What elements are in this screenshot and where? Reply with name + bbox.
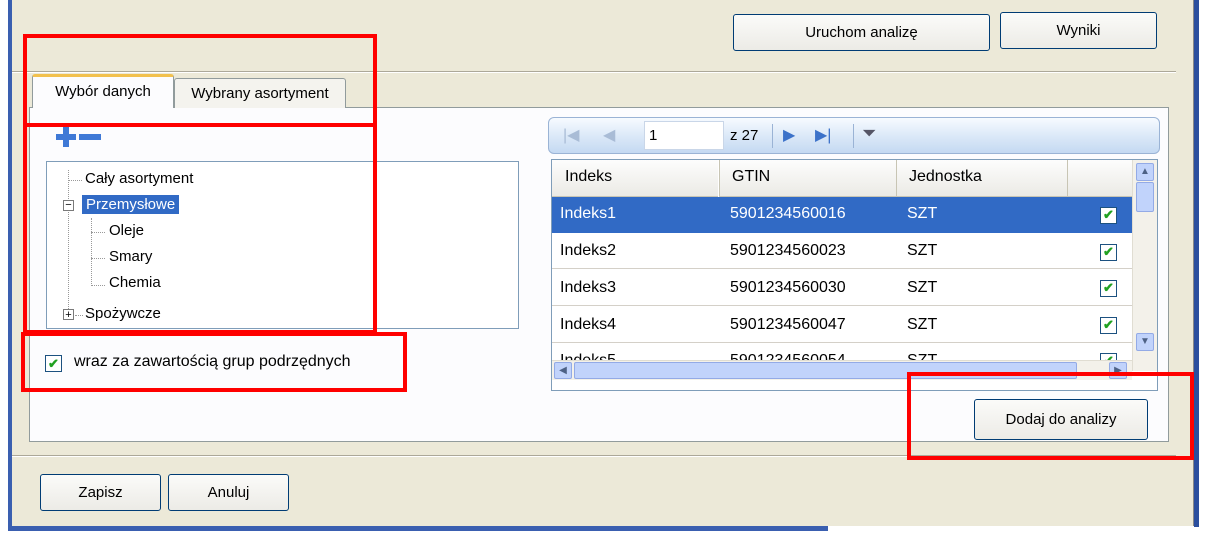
row-checkbox[interactable]: ✔	[1100, 207, 1117, 224]
cell-unit: SZT	[907, 279, 938, 296]
previous-page-icon[interactable]: ◀	[603, 125, 615, 145]
column-header-gtin[interactable]: GTIN	[732, 168, 770, 186]
next-page-icon[interactable]: ▶	[783, 125, 795, 145]
save-button[interactable]: Zapisz	[40, 474, 161, 511]
vertical-scrollbar[interactable]: ▲ ▼	[1132, 160, 1157, 371]
scroll-left-icon[interactable]: ◀	[554, 362, 572, 379]
cell-gtin: 5901234560023	[730, 242, 846, 259]
tab-data-selection[interactable]: Wybór danych	[32, 74, 174, 108]
column-header-unit[interactable]: Jednostka	[909, 168, 982, 186]
cell-gtin: 5901234560016	[730, 205, 846, 222]
annotation-box-tree	[23, 123, 377, 334]
last-page-icon[interactable]: ▶|	[815, 125, 831, 145]
annotation-box-add-button	[907, 372, 1194, 460]
run-analysis-button[interactable]: Uruchom analizę	[733, 14, 990, 51]
scroll-down-icon[interactable]: ▼	[1136, 333, 1154, 351]
cell-gtin: 5901234560030	[730, 279, 846, 296]
first-page-icon[interactable]: |◀	[563, 125, 579, 145]
filter-icon[interactable]: ⏷	[862, 123, 876, 144]
page-count-label: z 27	[730, 127, 759, 144]
page-number-input[interactable]: 1	[644, 121, 724, 150]
cancel-button[interactable]: Anuluj	[168, 474, 289, 511]
row-checkbox[interactable]: ✔	[1100, 317, 1117, 334]
pager-toolbar: |◀ ◀ 1 z 27 ▶ ▶| ⏷	[548, 117, 1160, 154]
annotation-box-checkbox	[21, 332, 407, 392]
cell-unit: SZT	[907, 316, 938, 333]
row-checkbox[interactable]: ✔	[1100, 244, 1117, 261]
cell-index: Indeks3	[560, 279, 617, 296]
row-checkbox[interactable]: ✔	[1100, 280, 1117, 297]
cell-index: Indeks1	[560, 205, 617, 222]
window-frame-bottom	[8, 526, 828, 531]
column-header-index[interactable]: Indeks	[565, 168, 612, 186]
cell-index: Indeks4	[560, 316, 617, 333]
scroll-thumb[interactable]	[1136, 182, 1154, 212]
window-frame-right	[1194, 0, 1199, 527]
scroll-up-icon[interactable]: ▲	[1136, 163, 1154, 181]
results-button[interactable]: Wyniki	[1000, 12, 1157, 49]
cell-gtin: 5901234560047	[730, 316, 846, 333]
cell-unit: SZT	[907, 242, 938, 259]
cell-unit: SZT	[907, 205, 938, 222]
assortment-grid: Indeks GTIN Jednostka Indeks1 5901234560…	[551, 159, 1158, 391]
cell-index: Indeks2	[560, 242, 617, 259]
